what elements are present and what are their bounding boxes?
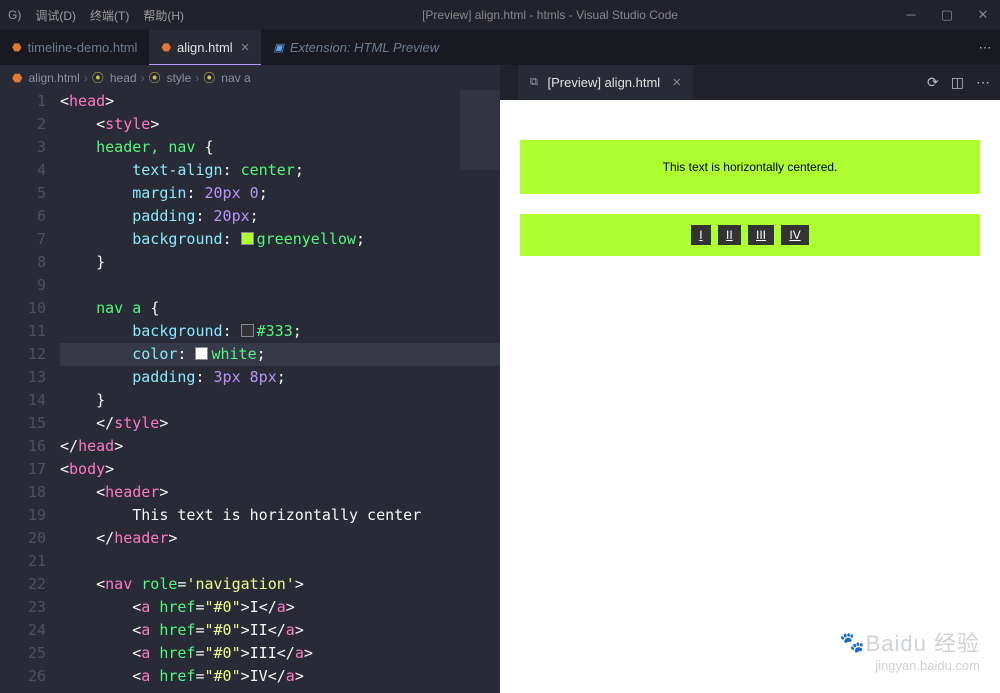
breadcrumb-file[interactable]: align.html — [28, 71, 79, 85]
breadcrumb[interactable]: ⬣ align.html › ⦿ head › ⦿ style › ⦿ nav … — [0, 65, 500, 90]
menu-item-help[interactable]: 帮助(H) — [143, 7, 184, 24]
html-file-icon: ⬣ — [12, 41, 22, 54]
code-area[interactable]: <head> <style> header, nav { text-align:… — [60, 90, 500, 693]
html-file-icon: ⬣ — [12, 71, 22, 85]
menu-bar: G) 调试(D) 终端(T) 帮助(H) [Preview] align.htm… — [0, 0, 1000, 30]
tag-icon: ⦿ — [203, 69, 215, 86]
window-minimize-icon[interactable]: ─ — [902, 7, 920, 23]
refresh-icon[interactable]: ⟳ — [927, 74, 939, 91]
preview-nav-link[interactable]: I — [691, 225, 710, 245]
close-icon[interactable]: × — [241, 39, 250, 56]
preview-viewport: This text is horizontally centered. I II… — [500, 100, 1000, 693]
breadcrumb-node[interactable]: head — [110, 71, 137, 85]
split-editor-icon[interactable]: ◫ — [951, 74, 964, 91]
paw-icon: 🐾 — [840, 632, 866, 654]
more-actions-icon[interactable]: ⋯ — [976, 74, 990, 91]
tab-preview[interactable]: ⧉ [Preview] align.html × — [518, 65, 693, 100]
menu-item-terminal[interactable]: 终端(T) — [90, 7, 129, 24]
menu-item-go[interactable]: G) — [8, 8, 21, 22]
preview-icon: ⧉ — [530, 76, 538, 89]
tab-overflow-icon[interactable]: ⋯ — [970, 30, 1000, 65]
line-number-gutter: 1234567891011121314151617181920212223242… — [0, 90, 60, 693]
code-editor[interactable]: 1234567891011121314151617181920212223242… — [0, 90, 500, 693]
breadcrumb-node[interactable]: style — [167, 71, 192, 85]
preview-nav: I II III IV — [520, 214, 980, 256]
preview-pane: ⧉ [Preview] align.html × ⟳ ◫ ⋯ This text… — [500, 65, 1000, 693]
extension-icon: ▣ — [273, 41, 283, 54]
tab-extension-preview[interactable]: ▣ Extension: HTML Preview — [261, 30, 451, 65]
html-file-icon: ⬣ — [161, 41, 171, 54]
preview-nav-link[interactable]: III — [748, 225, 774, 245]
window-maximize-icon[interactable]: ▢ — [938, 7, 956, 23]
minimap[interactable] — [460, 90, 500, 190]
tab-timeline-demo[interactable]: ⬣ timeline-demo.html — [0, 30, 149, 65]
window-title: [Preview] align.html - htmls - Visual St… — [198, 8, 902, 22]
window-close-icon[interactable]: ✕ — [974, 7, 992, 23]
close-icon[interactable]: × — [668, 74, 681, 91]
preview-nav-link[interactable]: II — [718, 225, 741, 245]
tag-icon: ⦿ — [92, 69, 104, 86]
preview-nav-link[interactable]: IV — [781, 225, 808, 245]
tag-icon: ⦿ — [149, 69, 161, 86]
preview-tab-bar: ⧉ [Preview] align.html × ⟳ ◫ ⋯ — [500, 65, 1000, 100]
tab-label: Extension: HTML Preview — [290, 40, 439, 55]
preview-header: This text is horizontally centered. — [520, 140, 980, 194]
code-editor-pane: ⬣ align.html › ⦿ head › ⦿ style › ⦿ nav … — [0, 65, 500, 693]
tab-label: [Preview] align.html — [547, 75, 660, 90]
menu-item-debug[interactable]: 调试(D) — [35, 7, 76, 24]
watermark: 🐾Baidu 经验 jingyan.baidu.com — [840, 626, 980, 673]
tab-label: align.html — [177, 40, 233, 55]
breadcrumb-node[interactable]: nav a — [221, 71, 250, 85]
editor-tab-bar: ⬣ timeline-demo.html ⬣ align.html × ▣ Ex… — [0, 30, 1000, 65]
tab-label: timeline-demo.html — [28, 40, 138, 55]
tab-align-html[interactable]: ⬣ align.html × — [149, 30, 261, 65]
